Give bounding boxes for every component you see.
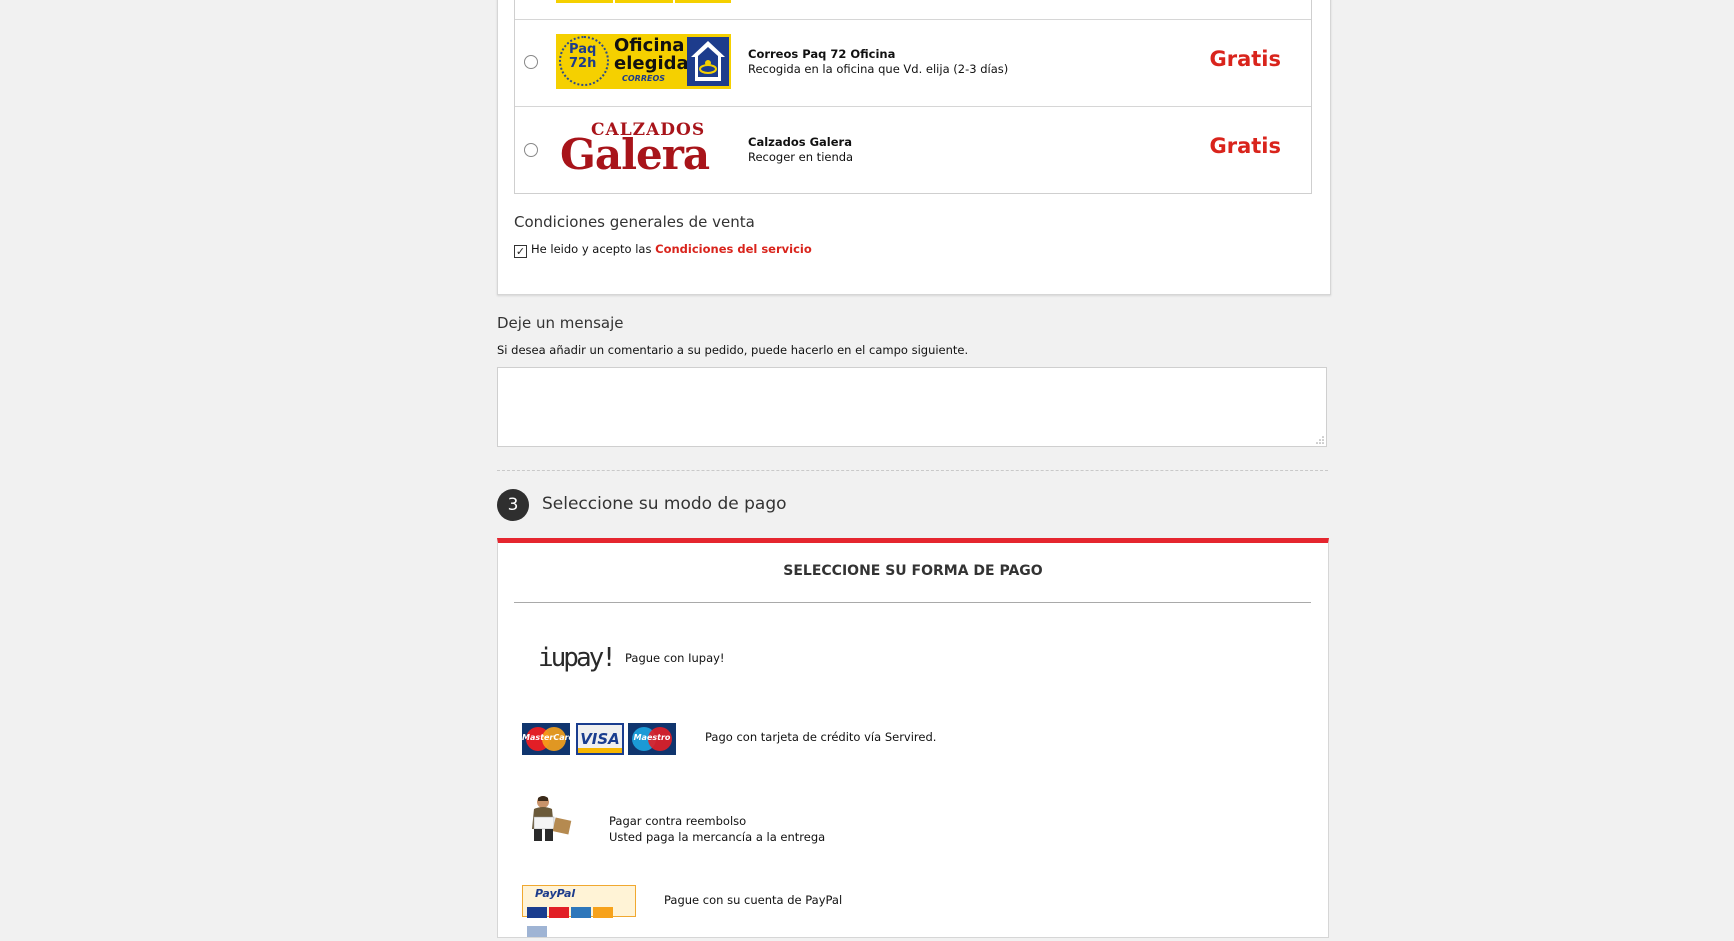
conditions-link[interactable]: Condiciones del servicio <box>655 242 812 256</box>
carrier-desc-correos: Recogida en la oficina que Vd. elija (2-… <box>748 62 1009 76</box>
paypal-logo-text: PayPal <box>535 887 576 900</box>
message-title: Deje un mensaje <box>497 314 624 332</box>
message-textarea[interactable] <box>497 367 1327 447</box>
carrier-price-galera: Gratis <box>1209 134 1281 158</box>
payment-heading: SELECCIONE SU FORMA DE PAGO <box>783 563 1043 579</box>
paypal-logo[interactable]: PayPal <box>522 885 636 937</box>
carrier-name-correos: Correos Paq 72 Oficina <box>748 47 896 61</box>
payment-heading-rule <box>514 602 1311 603</box>
payment-method-cod-title[interactable]: Pagar contra reembolso <box>609 814 746 828</box>
message-subtitle: Si desea añadir un comentario a su pedid… <box>497 343 969 357</box>
delivery-man-icon[interactable] <box>526 795 576 841</box>
carrier-row-galera[interactable]: CALZADOS Galera Calzados Galera Recoger … <box>515 107 1311 193</box>
payment-method-cod-desc: Usted paga la mercancía a la entrega <box>609 830 826 844</box>
resize-grip-icon[interactable] <box>1316 436 1324 444</box>
previous-carrier-logo <box>556 0 731 3</box>
calzados-galera-logo: CALZADOS Galera <box>556 120 731 180</box>
iupay-logo-text: iupay! <box>538 643 617 673</box>
accept-conditions-checkbox[interactable]: ✓ <box>514 245 527 258</box>
carrier-radio-correos[interactable] <box>524 55 538 69</box>
elegida-label: elegida <box>614 53 689 74</box>
payment-method-card[interactable]: Pago con tarjeta de crédito vía Servired… <box>705 730 936 744</box>
step-title: Seleccione su modo de pago <box>542 494 787 514</box>
72h-label: 72h <box>569 56 597 71</box>
carrier-row-correos[interactable]: Paq 72h Oficina elegida CORREOS Correos … <box>515 20 1311 107</box>
carrier-row-previous <box>515 0 1311 20</box>
carrier-list: Paq 72h Oficina elegida CORREOS Correos … <box>514 0 1312 194</box>
payment-method-paypal[interactable]: Pague con su cuenta de PayPal <box>664 893 842 907</box>
correos-brand-label: CORREOS <box>622 74 666 83</box>
paypal-accepted-cards <box>527 903 635 941</box>
carrier-desc-galera: Recoger en tienda <box>748 150 854 164</box>
visa-icon: VISA <box>576 723 624 755</box>
iupay-logo[interactable]: iupay! <box>538 643 617 673</box>
mastercard-icon: MasterCard <box>522 723 575 755</box>
paq-label: Paq <box>569 42 597 57</box>
galera-logo-main: Galera <box>560 130 710 179</box>
carrier-name-galera: Calzados Galera <box>748 135 852 149</box>
maestro-icon: Maestro <box>628 723 676 755</box>
maestro-label: Maestro <box>633 733 671 742</box>
carrier-radio-galera[interactable] <box>524 143 538 157</box>
mastercard-label: MasterCard <box>522 733 575 742</box>
conditions-title: Condiciones generales de venta <box>514 213 755 231</box>
credit-cards-logo[interactable]: MasterCard VISA Maestro <box>522 723 678 755</box>
visa-label: VISA <box>580 730 620 748</box>
post-office-house-icon <box>687 37 729 86</box>
conditions-label: He leido y acepto las Condiciones del se… <box>531 242 812 256</box>
payment-method-iupay[interactable]: Pague con Iupay! <box>625 651 725 665</box>
correos-paq72-logo: Paq 72h Oficina elegida CORREOS <box>556 34 731 89</box>
carrier-price-correos: Gratis <box>1209 47 1281 71</box>
section-divider <box>497 470 1328 471</box>
conditions-checkbox-text: He leido y acepto las <box>531 242 652 256</box>
step-number-badge: 3 <box>497 489 529 521</box>
